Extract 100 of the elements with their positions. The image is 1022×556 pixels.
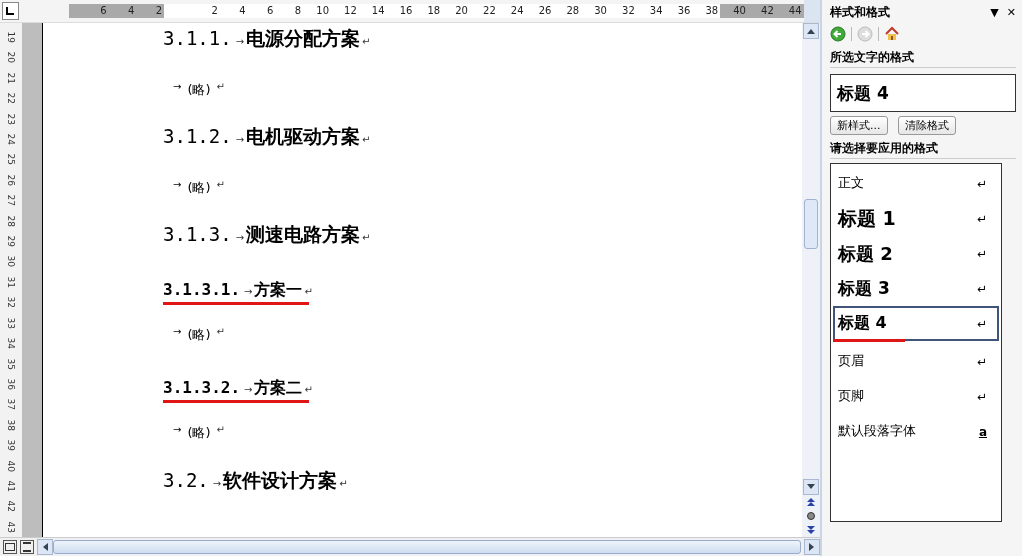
ruler-number: 30 xyxy=(5,254,17,270)
ruler-number: 26 xyxy=(5,173,17,188)
style-item[interactable]: 标题 3 ↵ xyxy=(833,271,999,306)
heading-text: 3.1.3.1. →方案一↵ xyxy=(163,280,314,301)
pane-button[interactable]: 新样式... xyxy=(830,116,888,135)
current-style-field: 标题 4 xyxy=(830,74,1016,112)
back-icon[interactable] xyxy=(830,26,846,42)
web-layout-icon[interactable] xyxy=(20,540,34,554)
paragraph-mark: ↵ xyxy=(216,424,225,435)
scroll-up-button[interactable] xyxy=(803,23,819,39)
pane-menu-button[interactable]: ▼ xyxy=(990,5,999,19)
ruler-number: 6 xyxy=(68,4,109,18)
ruler-number: 20 xyxy=(454,4,469,18)
ruler-number: 4 xyxy=(238,4,247,18)
body-text: (略) xyxy=(187,81,211,99)
ruler-number: 16 xyxy=(398,4,414,18)
body-text: (略) xyxy=(187,179,211,197)
scroll-down-button[interactable] xyxy=(803,479,819,495)
scrollbar-thumb[interactable] xyxy=(53,540,801,554)
left-arrow-icon xyxy=(42,543,48,551)
tab-selector-icon[interactable] xyxy=(2,2,19,20)
tab-mark: → xyxy=(173,326,182,337)
ruler-number: 40 xyxy=(720,4,748,18)
ruler-number: 8 xyxy=(293,4,303,18)
tab-mark: → xyxy=(173,179,182,190)
ruler-number: 6 xyxy=(266,4,275,18)
ruler-number: 24 xyxy=(5,132,17,147)
ruler-number: 23 xyxy=(5,112,17,127)
ruler-number: 42 xyxy=(747,4,776,18)
section-heading: 请选择要应用的格式 xyxy=(830,141,1016,159)
ruler-number: 2 xyxy=(210,4,219,18)
scrollbar-corner xyxy=(803,0,820,22)
forward-icon xyxy=(857,26,873,42)
body-text: (略) xyxy=(187,326,211,344)
ruler-number: 32 xyxy=(5,295,17,311)
tab-mark: → xyxy=(173,424,182,435)
close-button[interactable]: ✕ xyxy=(1006,5,1016,19)
heading-text: 3.1.2. →电机驱动方案↵ xyxy=(163,124,372,149)
ruler-number: 29 xyxy=(5,234,17,249)
ruler-number: 4 xyxy=(108,4,137,18)
next-page-icon[interactable] xyxy=(807,526,815,534)
body-text: (略) xyxy=(187,424,211,442)
pane-button[interactable]: 清除格式 xyxy=(897,116,956,135)
scroll-left-button[interactable] xyxy=(37,539,53,555)
ruler-number: 41 xyxy=(5,479,17,494)
ruler-number: 32 xyxy=(621,4,636,18)
ruler-number: 34 xyxy=(648,4,664,18)
heading-text: 3.2. →软件设计方案↵ xyxy=(163,469,349,491)
ruler-number: 19 xyxy=(5,30,17,45)
ruler-number: 18 xyxy=(426,4,442,18)
pane-title: 样式和格式 xyxy=(830,3,891,21)
heading-text: 3.1.1. →电源分配方案↵ xyxy=(163,26,372,51)
tab-mark: → xyxy=(173,81,182,92)
section-heading: 所选文字的格式 xyxy=(830,50,1016,68)
ruler-number: 12 xyxy=(343,4,358,18)
ruler-number: 2 xyxy=(136,4,165,18)
ruler-number: 21 xyxy=(5,71,17,86)
style-item[interactable]: 默认段落字体 a xyxy=(833,414,999,449)
browse-object-icon[interactable] xyxy=(807,512,815,520)
ruler-number: 38 xyxy=(5,418,17,433)
ruler-number: 26 xyxy=(537,4,553,18)
ruler-number: 34 xyxy=(5,336,17,351)
previous-page-icon[interactable] xyxy=(807,498,815,506)
ruler-number: 42 xyxy=(5,499,17,515)
ruler-number: 27 xyxy=(5,193,17,209)
ruler-number: 38 xyxy=(704,4,720,18)
paragraph-mark: ↵ xyxy=(216,326,225,337)
ruler-number: 24 xyxy=(509,4,525,18)
right-arrow-icon xyxy=(809,543,815,551)
ruler-number: 40 xyxy=(5,459,17,474)
up-arrow-icon xyxy=(807,28,815,34)
ruler-number: 44 xyxy=(775,4,804,18)
ruler-number: 33 xyxy=(5,316,17,331)
ruler-number: 35 xyxy=(5,356,17,372)
normal-view-icon[interactable] xyxy=(3,540,17,554)
heading-text: 3.1.3. →测速电路方案↵ xyxy=(163,222,372,247)
ruler-number: 10 xyxy=(315,4,330,18)
ruler-number: 14 xyxy=(370,4,386,18)
scrollbar-thumb[interactable] xyxy=(804,199,818,249)
ruler-number: 28 xyxy=(565,4,581,18)
ruler-number: 22 xyxy=(482,4,497,18)
ruler-number: 28 xyxy=(5,214,17,229)
ruler-number: 43 xyxy=(5,520,17,535)
style-item[interactable]: 页眉 ↵ xyxy=(833,344,999,379)
home-icon[interactable] xyxy=(884,26,900,42)
ruler-number: 37 xyxy=(5,397,17,413)
ruler-number: 39 xyxy=(5,438,17,454)
paragraph-mark: ↵ xyxy=(216,81,225,92)
style-item[interactable]: 页脚 ↵ xyxy=(833,379,999,414)
ruler-number: 36 xyxy=(676,4,692,18)
style-item[interactable]: 标题 1 ↵ xyxy=(833,201,999,236)
scroll-right-button[interactable] xyxy=(804,539,820,555)
ruler-number: 25 xyxy=(5,152,17,168)
ruler-number: 31 xyxy=(5,275,17,290)
ruler-number: 36 xyxy=(5,377,17,392)
ruler-number: 22 xyxy=(5,91,17,107)
style-item[interactable]: 标题 2 ↵ xyxy=(833,236,999,271)
style-item[interactable]: 正文 ↵ xyxy=(833,166,999,201)
down-arrow-icon xyxy=(807,484,815,490)
ruler-number: 30 xyxy=(593,4,608,18)
